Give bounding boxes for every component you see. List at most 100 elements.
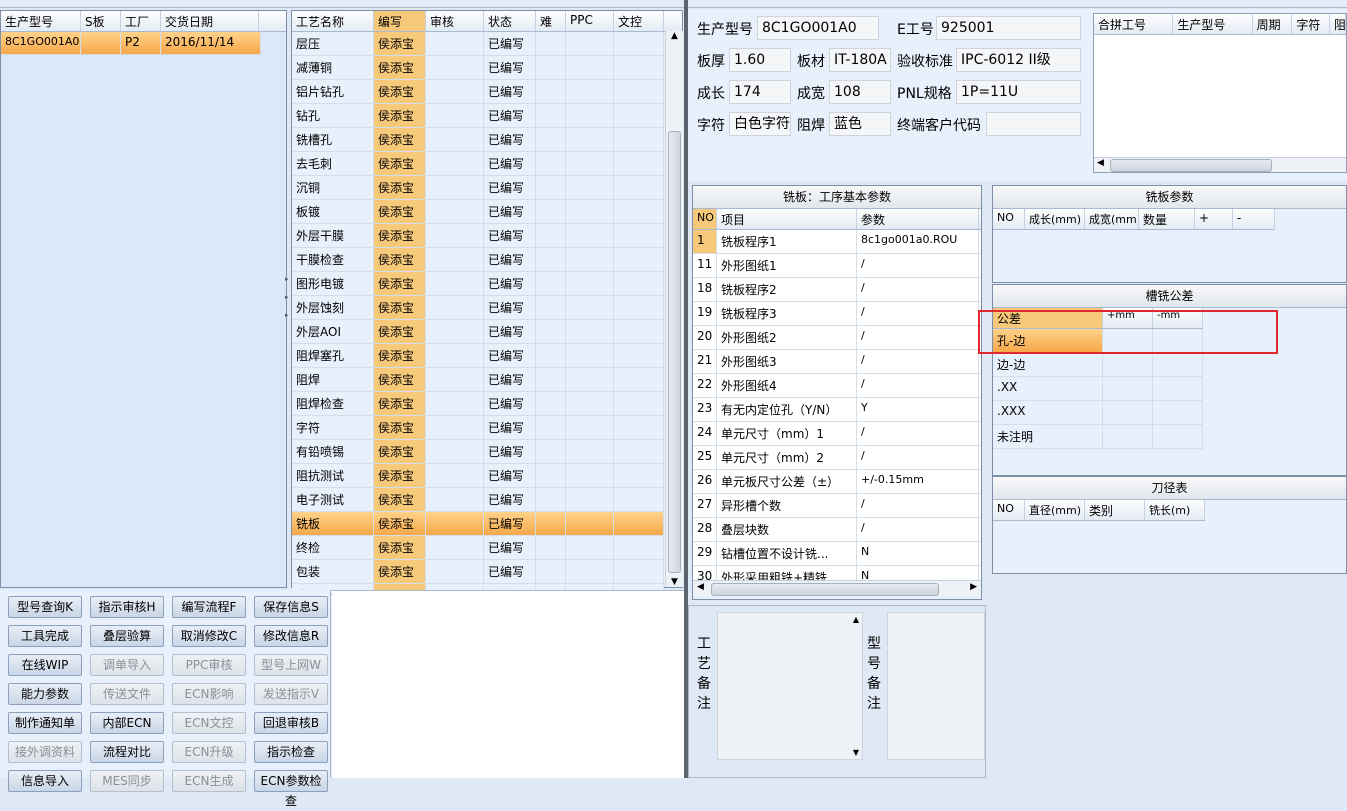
process-row[interactable]: 干膜检查 侯添宝 已编写 [292, 248, 664, 272]
scroll-down-icon[interactable]: ▼ [666, 577, 683, 587]
process-row[interactable]: 减薄铜 侯添宝 已编写 [292, 56, 664, 80]
client-field[interactable] [986, 112, 1081, 136]
col-merge-cycle[interactable]: 周期 [1253, 14, 1293, 34]
process-row[interactable]: 图形电镀 侯添宝 已编写 [292, 272, 664, 296]
action-button[interactable]: 接外调资料 [8, 741, 82, 763]
param-row[interactable]: 11 外形图纸1/ [693, 254, 981, 278]
param-row[interactable]: 18 铣板程序2/ [693, 278, 981, 302]
process-row[interactable]: 钻孔 侯添宝 已编写 [292, 104, 664, 128]
mask-field[interactable]: 蓝色 [829, 112, 891, 136]
std-field[interactable]: IPC-6012 II级 [956, 48, 1081, 72]
param-row[interactable]: 22 外形图纸4/ [693, 374, 981, 398]
action-button[interactable]: 调单导入 [90, 654, 164, 676]
action-button[interactable]: 指示审核H [90, 596, 164, 618]
action-button[interactable]: 信息导入 [8, 770, 82, 792]
param-row[interactable]: 27 异形槽个数 / [693, 494, 981, 518]
col-factory[interactable]: 工厂 [121, 11, 161, 31]
param-row[interactable]: 24 单元尺寸（mm）1/ [693, 422, 981, 446]
action-button[interactable]: 回退审核B [254, 712, 328, 734]
param-row[interactable]: 28 叠层块数 / [693, 518, 981, 542]
process-row[interactable]: 阻焊检查 侯添宝 已编写 [292, 392, 664, 416]
col-merge-char[interactable]: 字符 [1292, 14, 1331, 34]
scroll-down-icon[interactable]: ▼ [853, 748, 859, 757]
col-mill-minus[interactable]: - [1233, 209, 1275, 229]
action-button[interactable]: ECN生成 [172, 770, 246, 792]
col-process[interactable]: 工艺名称 [292, 11, 374, 31]
col-merge-job[interactable]: 合拼工号 [1094, 14, 1174, 34]
param-row[interactable]: 1 铣板程序1 8c1go001a0.ROU [693, 230, 981, 254]
param-row[interactable]: 19 铣板程序3/ [693, 302, 981, 326]
action-button[interactable]: 流程对比 [90, 741, 164, 763]
col-tool-length[interactable]: 铣长(m) [1145, 500, 1205, 520]
col-status[interactable]: 状态 [484, 11, 536, 31]
process-row[interactable]: 外层蚀刻 侯添宝 已编写 [292, 296, 664, 320]
params-scroll-thumb[interactable] [711, 583, 939, 596]
col-difficulty[interactable]: 难 [536, 11, 566, 31]
col-tool-diameter[interactable]: 直径(mm) [1025, 500, 1085, 520]
param-row[interactable]: 25 单元尺寸（mm）2/ [693, 446, 981, 470]
action-button[interactable]: ECN升级 [172, 741, 246, 763]
process-scrollbar[interactable]: ▲ ▼ [665, 31, 683, 587]
width-field[interactable]: 108 [829, 80, 891, 104]
process-row[interactable]: 包装 侯添宝 已编写 [292, 560, 664, 584]
col-s-board[interactable]: S板 [81, 11, 121, 31]
param-row[interactable]: 21 外形图纸3/ [693, 350, 981, 374]
action-button[interactable]: ECN文控 [172, 712, 246, 734]
action-button[interactable]: 叠层验算 [90, 625, 164, 647]
e-field[interactable]: 925001 [936, 16, 1081, 40]
splitter-grip[interactable]: ▸ ▸ ▸ [285, 270, 290, 340]
action-button[interactable]: 传送文件 [90, 683, 164, 705]
action-button[interactable]: ECN影响 [172, 683, 246, 705]
col-delivery-date[interactable]: 交货日期 [161, 11, 259, 31]
col-mill-qty[interactable]: 数量 [1139, 209, 1195, 229]
action-button[interactable]: 工具完成 [8, 625, 82, 647]
process-row[interactable]: 外层AOI 侯添宝 已编写 [292, 320, 664, 344]
param-row[interactable]: 29 钻槽位置不设计铣... N [693, 542, 981, 566]
param-row[interactable]: 26 单元板尺寸公差（±） +/-0.15mm [693, 470, 981, 494]
col-model[interactable]: 生产型号 [1, 11, 81, 31]
col-merge-extra[interactable]: 阻 [1330, 14, 1347, 34]
action-button[interactable]: 内部ECN [90, 712, 164, 734]
scroll-left-icon[interactable]: ◀ [697, 582, 704, 592]
col-reviewer[interactable]: 审核 [426, 11, 484, 31]
process-row[interactable]: 有铅喷锡 侯添宝 已编写 [292, 440, 664, 464]
scroll-right-icon[interactable]: ▶ [970, 582, 977, 592]
char-field[interactable]: 白色字符 [729, 112, 791, 136]
merge-hscroll[interactable]: ◀ [1094, 157, 1346, 172]
col-mill-no[interactable]: NO [993, 209, 1025, 229]
tolerance-row[interactable]: .XX [993, 377, 1203, 401]
col-merge-model[interactable]: 生产型号 [1173, 14, 1253, 34]
action-button[interactable]: MES同步 [90, 770, 164, 792]
merge-scroll-thumb[interactable] [1110, 159, 1272, 172]
action-button[interactable]: 保存信息S [254, 596, 328, 618]
action-button[interactable]: PPC审核 [172, 654, 246, 676]
col-no[interactable]: NO [693, 209, 717, 229]
process-row[interactable]: 去毛刺 侯添宝 已编写 [292, 152, 664, 176]
action-button[interactable]: 取消修改C [172, 625, 246, 647]
action-button[interactable]: 制作通知单 [8, 712, 82, 734]
process-row[interactable]: 外层干膜 侯添宝 已编写 [292, 224, 664, 248]
model-note-field[interactable] [887, 612, 985, 760]
process-row[interactable]: 终检 侯添宝 已编写 [292, 536, 664, 560]
process-row[interactable]: 沉铜 侯添宝 已编写 [292, 176, 664, 200]
process-row[interactable]: 铣槽孔 侯添宝 已编写 [292, 128, 664, 152]
action-button[interactable]: 型号上网W [254, 654, 328, 676]
col-tool-type[interactable]: 类别 [1085, 500, 1145, 520]
col-doc-control[interactable]: 文控 [614, 11, 664, 31]
param-row[interactable]: 20 外形图纸2/ [693, 326, 981, 350]
scroll-up-icon[interactable]: ▲ [666, 31, 683, 41]
process-row[interactable]: 阻焊塞孔 侯添宝 已编写 [292, 344, 664, 368]
action-button[interactable]: 编写流程F [172, 596, 246, 618]
process-row[interactable]: 板镀 侯添宝 已编写 [292, 200, 664, 224]
model-field[interactable]: 8C1GO001A0 [757, 16, 879, 40]
scroll-up-icon[interactable]: ▲ [853, 615, 859, 624]
process-row[interactable]: 铣板 侯添宝 已编写 [292, 512, 664, 536]
process-row[interactable]: 字符 侯添宝 已编写 [292, 416, 664, 440]
pnl-field[interactable]: 1P=11U [956, 80, 1081, 104]
process-row[interactable]: 电子测试 侯添宝 已编写 [292, 488, 664, 512]
action-button[interactable]: 型号查询K [8, 596, 82, 618]
action-button[interactable]: ECN参数检查 [254, 770, 328, 808]
action-button[interactable]: 修改信息R [254, 625, 328, 647]
process-row[interactable]: 铝片钻孔 侯添宝 已编写 [292, 80, 664, 104]
process-note-field[interactable]: ▲ ▼ [717, 612, 863, 760]
